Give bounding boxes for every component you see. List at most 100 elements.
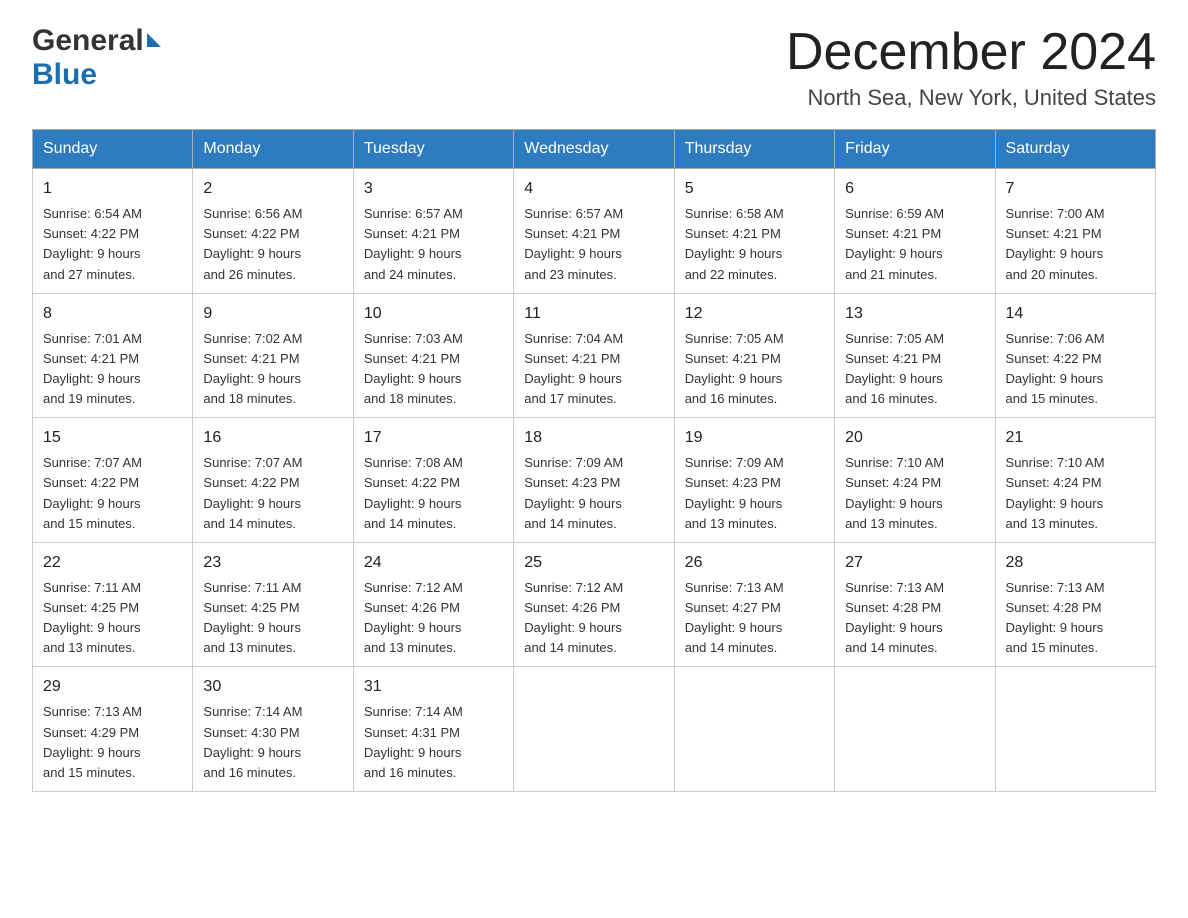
day-info: Sunrise: 7:09 AMSunset: 4:23 PMDaylight:… [524, 455, 623, 530]
calendar-cell [835, 667, 995, 792]
day-number: 26 [685, 551, 824, 575]
day-info: Sunrise: 7:07 AMSunset: 4:22 PMDaylight:… [203, 455, 302, 530]
day-info: Sunrise: 7:08 AMSunset: 4:22 PMDaylight:… [364, 455, 463, 530]
day-info: Sunrise: 7:05 AMSunset: 4:21 PMDaylight:… [685, 331, 784, 406]
day-number: 5 [685, 177, 824, 201]
day-number: 30 [203, 675, 342, 699]
calendar-cell: 9 Sunrise: 7:02 AMSunset: 4:21 PMDayligh… [193, 293, 353, 418]
day-info: Sunrise: 7:03 AMSunset: 4:21 PMDaylight:… [364, 331, 463, 406]
day-number: 11 [524, 302, 663, 326]
calendar-cell: 18 Sunrise: 7:09 AMSunset: 4:23 PMDaylig… [514, 418, 674, 543]
header-friday: Friday [835, 130, 995, 169]
day-number: 22 [43, 551, 182, 575]
day-number: 20 [845, 426, 984, 450]
day-info: Sunrise: 6:57 AMSunset: 4:21 PMDaylight:… [524, 206, 623, 281]
day-number: 10 [364, 302, 503, 326]
calendar-cell: 1 Sunrise: 6:54 AMSunset: 4:22 PMDayligh… [33, 169, 193, 294]
day-info: Sunrise: 7:09 AMSunset: 4:23 PMDaylight:… [685, 455, 784, 530]
calendar-cell: 29 Sunrise: 7:13 AMSunset: 4:29 PMDaylig… [33, 667, 193, 792]
header-tuesday: Tuesday [353, 130, 513, 169]
day-number: 29 [43, 675, 182, 699]
day-number: 4 [524, 177, 663, 201]
header-wednesday: Wednesday [514, 130, 674, 169]
day-number: 18 [524, 426, 663, 450]
day-info: Sunrise: 7:05 AMSunset: 4:21 PMDaylight:… [845, 331, 944, 406]
day-number: 25 [524, 551, 663, 575]
day-number: 2 [203, 177, 342, 201]
header-saturday: Saturday [995, 130, 1155, 169]
day-info: Sunrise: 7:14 AMSunset: 4:30 PMDaylight:… [203, 704, 302, 779]
day-info: Sunrise: 7:13 AMSunset: 4:28 PMDaylight:… [845, 580, 944, 655]
week-row-1: 1 Sunrise: 6:54 AMSunset: 4:22 PMDayligh… [33, 169, 1156, 294]
header-monday: Monday [193, 130, 353, 169]
day-number: 28 [1006, 551, 1145, 575]
calendar-cell: 26 Sunrise: 7:13 AMSunset: 4:27 PMDaylig… [674, 542, 834, 667]
day-number: 16 [203, 426, 342, 450]
day-number: 23 [203, 551, 342, 575]
logo-chevron-icon [147, 33, 161, 47]
calendar-cell: 20 Sunrise: 7:10 AMSunset: 4:24 PMDaylig… [835, 418, 995, 543]
calendar-cell: 15 Sunrise: 7:07 AMSunset: 4:22 PMDaylig… [33, 418, 193, 543]
header-sunday: Sunday [33, 130, 193, 169]
calendar-cell: 25 Sunrise: 7:12 AMSunset: 4:26 PMDaylig… [514, 542, 674, 667]
week-row-2: 8 Sunrise: 7:01 AMSunset: 4:21 PMDayligh… [33, 293, 1156, 418]
calendar-cell: 10 Sunrise: 7:03 AMSunset: 4:21 PMDaylig… [353, 293, 513, 418]
calendar-cell [514, 667, 674, 792]
day-info: Sunrise: 7:10 AMSunset: 4:24 PMDaylight:… [845, 455, 944, 530]
calendar-cell: 6 Sunrise: 6:59 AMSunset: 4:21 PMDayligh… [835, 169, 995, 294]
calendar-cell: 31 Sunrise: 7:14 AMSunset: 4:31 PMDaylig… [353, 667, 513, 792]
day-number: 6 [845, 177, 984, 201]
calendar-cell: 4 Sunrise: 6:57 AMSunset: 4:21 PMDayligh… [514, 169, 674, 294]
calendar-cell: 11 Sunrise: 7:04 AMSunset: 4:21 PMDaylig… [514, 293, 674, 418]
calendar-subtitle: North Sea, New York, United States [786, 85, 1156, 111]
day-info: Sunrise: 6:59 AMSunset: 4:21 PMDaylight:… [845, 206, 944, 281]
day-info: Sunrise: 6:58 AMSunset: 4:21 PMDaylight:… [685, 206, 784, 281]
day-info: Sunrise: 7:14 AMSunset: 4:31 PMDaylight:… [364, 704, 463, 779]
calendar-cell: 3 Sunrise: 6:57 AMSunset: 4:21 PMDayligh… [353, 169, 513, 294]
day-info: Sunrise: 7:13 AMSunset: 4:27 PMDaylight:… [685, 580, 784, 655]
day-info: Sunrise: 6:56 AMSunset: 4:22 PMDaylight:… [203, 206, 302, 281]
calendar-cell: 30 Sunrise: 7:14 AMSunset: 4:30 PMDaylig… [193, 667, 353, 792]
day-info: Sunrise: 7:11 AMSunset: 4:25 PMDaylight:… [43, 580, 141, 655]
day-info: Sunrise: 6:54 AMSunset: 4:22 PMDaylight:… [43, 206, 142, 281]
week-row-5: 29 Sunrise: 7:13 AMSunset: 4:29 PMDaylig… [33, 667, 1156, 792]
calendar-cell: 8 Sunrise: 7:01 AMSunset: 4:21 PMDayligh… [33, 293, 193, 418]
day-number: 13 [845, 302, 984, 326]
day-number: 27 [845, 551, 984, 575]
calendar-cell: 2 Sunrise: 6:56 AMSunset: 4:22 PMDayligh… [193, 169, 353, 294]
day-info: Sunrise: 7:11 AMSunset: 4:25 PMDaylight:… [203, 580, 301, 655]
day-number: 7 [1006, 177, 1145, 201]
day-info: Sunrise: 6:57 AMSunset: 4:21 PMDaylight:… [364, 206, 463, 281]
day-number: 15 [43, 426, 182, 450]
day-info: Sunrise: 7:13 AMSunset: 4:28 PMDaylight:… [1006, 580, 1105, 655]
day-info: Sunrise: 7:13 AMSunset: 4:29 PMDaylight:… [43, 704, 142, 779]
calendar-table: SundayMondayTuesdayWednesdayThursdayFrid… [32, 129, 1156, 792]
day-number: 8 [43, 302, 182, 326]
day-info: Sunrise: 7:00 AMSunset: 4:21 PMDaylight:… [1006, 206, 1105, 281]
calendar-cell: 12 Sunrise: 7:05 AMSunset: 4:21 PMDaylig… [674, 293, 834, 418]
day-info: Sunrise: 7:07 AMSunset: 4:22 PMDaylight:… [43, 455, 142, 530]
calendar-cell: 5 Sunrise: 6:58 AMSunset: 4:21 PMDayligh… [674, 169, 834, 294]
calendar-title: December 2024 [786, 24, 1156, 81]
header-thursday: Thursday [674, 130, 834, 169]
day-number: 9 [203, 302, 342, 326]
day-number: 21 [1006, 426, 1145, 450]
day-number: 1 [43, 177, 182, 201]
calendar-cell: 16 Sunrise: 7:07 AMSunset: 4:22 PMDaylig… [193, 418, 353, 543]
day-info: Sunrise: 7:02 AMSunset: 4:21 PMDaylight:… [203, 331, 302, 406]
day-info: Sunrise: 7:01 AMSunset: 4:21 PMDaylight:… [43, 331, 142, 406]
day-number: 17 [364, 426, 503, 450]
day-number: 31 [364, 675, 503, 699]
header-row: SundayMondayTuesdayWednesdayThursdayFrid… [33, 130, 1156, 169]
calendar-cell: 22 Sunrise: 7:11 AMSunset: 4:25 PMDaylig… [33, 542, 193, 667]
day-info: Sunrise: 7:06 AMSunset: 4:22 PMDaylight:… [1006, 331, 1105, 406]
calendar-cell: 24 Sunrise: 7:12 AMSunset: 4:26 PMDaylig… [353, 542, 513, 667]
page-header: General Blue December 2024 North Sea, Ne… [32, 24, 1156, 111]
day-info: Sunrise: 7:10 AMSunset: 4:24 PMDaylight:… [1006, 455, 1105, 530]
calendar-cell: 21 Sunrise: 7:10 AMSunset: 4:24 PMDaylig… [995, 418, 1155, 543]
day-info: Sunrise: 7:12 AMSunset: 4:26 PMDaylight:… [524, 580, 623, 655]
calendar-cell: 23 Sunrise: 7:11 AMSunset: 4:25 PMDaylig… [193, 542, 353, 667]
day-number: 3 [364, 177, 503, 201]
calendar-cell: 27 Sunrise: 7:13 AMSunset: 4:28 PMDaylig… [835, 542, 995, 667]
calendar-cell: 7 Sunrise: 7:00 AMSunset: 4:21 PMDayligh… [995, 169, 1155, 294]
